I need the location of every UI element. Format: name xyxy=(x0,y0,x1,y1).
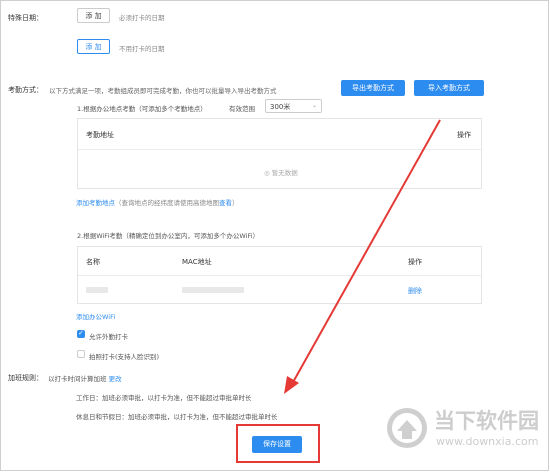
watermark-logo xyxy=(387,408,427,448)
watermark-url: www.downxia.com xyxy=(436,435,539,448)
watermark: 当下软件园 www.downxia.com xyxy=(386,401,541,461)
watermark-brand: 当下软件园 xyxy=(434,409,539,433)
